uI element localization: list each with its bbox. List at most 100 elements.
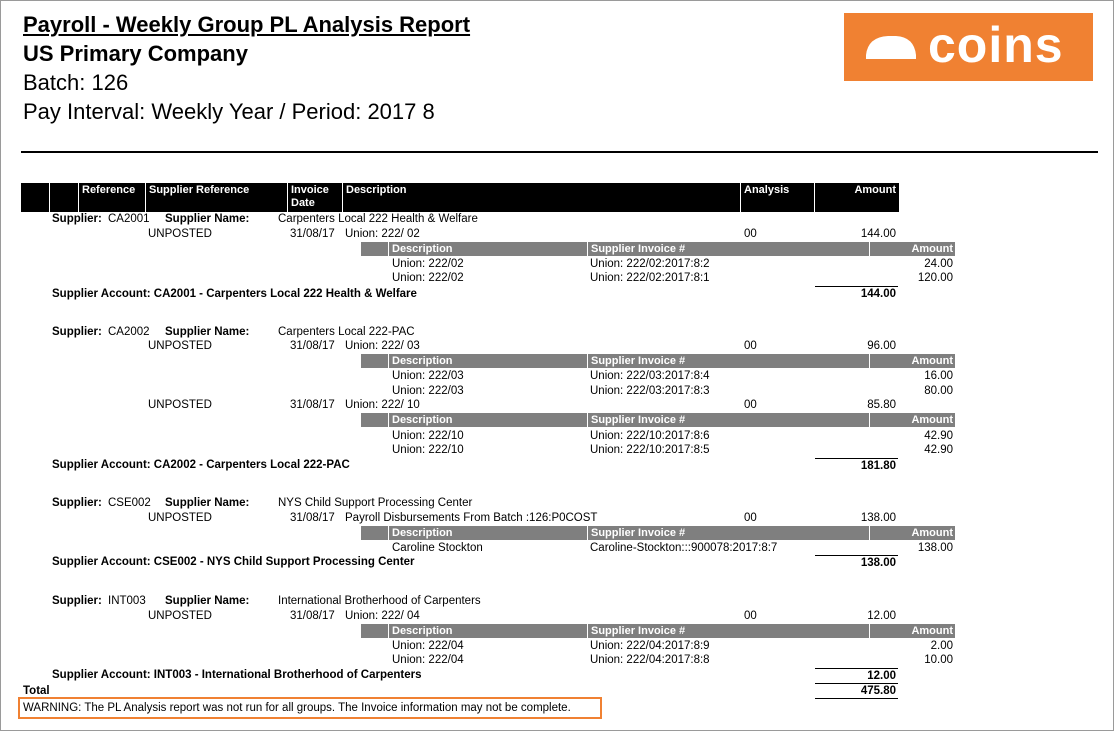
sub-col-supplier-invoice: Supplier Invoice # — [588, 526, 869, 540]
invoice-status: UNPOSTED — [148, 399, 212, 411]
line-description: Union: 222/10 — [392, 444, 464, 456]
header-rule — [21, 151, 1098, 153]
supplier-label: Supplier: — [52, 497, 102, 509]
grand-total: 475.80 — [860, 685, 896, 697]
col-amount: Amount — [814, 183, 899, 212]
line-amount: 42.90 — [924, 430, 953, 442]
invoice-analysis: 00 — [744, 512, 757, 524]
sub-col-amount: Amount — [870, 526, 955, 540]
line-invoice: Union: 222/02:2017:8:2 — [590, 258, 710, 270]
supplier-code: CA2002 — [108, 326, 150, 338]
hard-hat-icon — [866, 36, 916, 59]
company-name: US Primary Company — [23, 41, 248, 66]
col-supplier-reference: Supplier Reference — [145, 183, 287, 212]
pay-interval-label: Pay Interval: Weekly Year / Period: 2017… — [23, 99, 435, 124]
line-invoice: Union: 222/10:2017:8:6 — [590, 430, 710, 442]
line-description: Union: 222/03 — [392, 370, 464, 382]
invoice-amount: 96.00 — [867, 340, 896, 352]
supplier-label: Supplier: — [52, 213, 102, 225]
line-description: Union: 222/02 — [392, 258, 464, 270]
line-amount: 10.00 — [924, 654, 953, 666]
invoice-analysis: 00 — [744, 399, 757, 411]
batch-label: Batch: 126 — [23, 70, 129, 95]
line-description: Union: 222/02 — [392, 272, 464, 284]
sub-header-blank — [361, 624, 388, 638]
sub-header-blank — [361, 242, 388, 256]
line-description: Union: 222/03 — [392, 385, 464, 397]
line-invoice: Union: 222/04:2017:8:8 — [590, 654, 710, 666]
line-amount: 16.00 — [924, 370, 953, 382]
supplier-code: INT003 — [108, 595, 146, 607]
invoice-status: UNPOSTED — [148, 228, 212, 240]
sub-col-description: Description — [389, 242, 587, 256]
supplier-account-label: Supplier Account: CA2002 - Carpenters Lo… — [52, 459, 350, 471]
line-invoice: Caroline-Stockton:::900078:2017:8:7 — [590, 542, 778, 554]
line-description: Caroline Stockton — [392, 542, 483, 554]
sub-col-supplier-invoice: Supplier Invoice # — [588, 624, 869, 638]
sub-col-supplier-invoice: Supplier Invoice # — [588, 354, 869, 368]
line-amount: 120.00 — [917, 272, 953, 284]
supplier-name: International Brotherhood of Carpenters — [278, 595, 481, 607]
invoice-status: UNPOSTED — [148, 512, 212, 524]
supplier-label: Supplier: — [52, 326, 102, 338]
warning-message: WARNING: The PL Analysis report was not … — [18, 697, 602, 719]
invoice-analysis: 00 — [744, 228, 757, 240]
sub-col-description: Description — [389, 624, 587, 638]
supplier-label: Supplier: — [52, 595, 102, 607]
invoice-amount: 85.80 — [867, 399, 896, 411]
supplier-name: Carpenters Local 222 Health & Welfare — [278, 213, 478, 225]
supplier-account-total: 12.00 — [867, 670, 896, 682]
sub-col-description: Description — [389, 354, 587, 368]
invoice-status: UNPOSTED — [148, 340, 212, 352]
invoice-date: 31/08/17 — [290, 610, 335, 622]
sub-header-blank — [361, 526, 388, 540]
invoice-analysis: 00 — [744, 340, 757, 352]
sub-col-description: Description — [389, 526, 587, 540]
invoice-date: 31/08/17 — [290, 228, 335, 240]
line-amount: 138.00 — [917, 542, 953, 554]
supplier-code: CA2001 — [108, 213, 150, 225]
report-title: Payroll - Weekly Group PL Analysis Repor… — [23, 12, 471, 37]
sub-col-supplier-invoice: Supplier Invoice # — [588, 242, 869, 256]
sub-col-supplier-invoice: Supplier Invoice # — [588, 413, 869, 427]
line-amount: 80.00 — [924, 385, 953, 397]
supplier-name-label: Supplier Name: — [165, 497, 250, 509]
line-invoice: Union: 222/03:2017:8:3 — [590, 385, 710, 397]
invoice-description: Union: 222/ 03 — [345, 340, 420, 352]
invoice-amount: 144.00 — [860, 228, 896, 240]
supplier-name-label: Supplier Name: — [165, 595, 250, 607]
supplier-name: NYS Child Support Processing Center — [278, 497, 473, 509]
line-amount: 24.00 — [924, 258, 953, 270]
line-description: Union: 222/04 — [392, 654, 464, 666]
supplier-account-label: Supplier Account: CA2001 - Carpenters Lo… — [52, 288, 417, 300]
invoice-date: 31/08/17 — [290, 340, 335, 352]
coins-logo: coins — [844, 13, 1093, 81]
supplier-account-total: 181.80 — [860, 460, 896, 472]
col-blank-2 — [49, 183, 78, 212]
invoice-description: Union: 222/ 04 — [345, 610, 420, 622]
sub-col-amount: Amount — [870, 242, 955, 256]
col-analysis: Analysis — [740, 183, 814, 212]
sub-col-amount: Amount — [870, 624, 955, 638]
line-amount: 2.00 — [930, 640, 953, 652]
invoice-amount: 138.00 — [860, 512, 896, 524]
col-description: Description — [342, 183, 740, 212]
line-invoice: Union: 222/04:2017:8:9 — [590, 640, 710, 652]
supplier-account-total: 138.00 — [860, 557, 896, 569]
invoice-description: Union: 222/ 10 — [345, 399, 420, 411]
line-invoice: Union: 222/10:2017:8:5 — [590, 444, 710, 456]
col-reference: Reference — [78, 183, 145, 212]
sub-col-description: Description — [389, 413, 587, 427]
line-amount: 42.90 — [924, 444, 953, 456]
line-invoice: Union: 222/03:2017:8:4 — [590, 370, 710, 382]
invoice-date: 31/08/17 — [290, 399, 335, 411]
line-description: Union: 222/04 — [392, 640, 464, 652]
col-invoice-date: Invoice Date — [287, 183, 342, 212]
invoice-analysis: 00 — [744, 610, 757, 622]
invoice-date: 31/08/17 — [290, 512, 335, 524]
supplier-account-label: Supplier Account: INT003 - International… — [52, 669, 422, 681]
supplier-name: Carpenters Local 222-PAC — [278, 326, 415, 338]
supplier-code: CSE002 — [108, 497, 151, 509]
invoice-status: UNPOSTED — [148, 610, 212, 622]
supplier-account-label: Supplier Account: CSE002 - NYS Child Sup… — [52, 556, 415, 568]
